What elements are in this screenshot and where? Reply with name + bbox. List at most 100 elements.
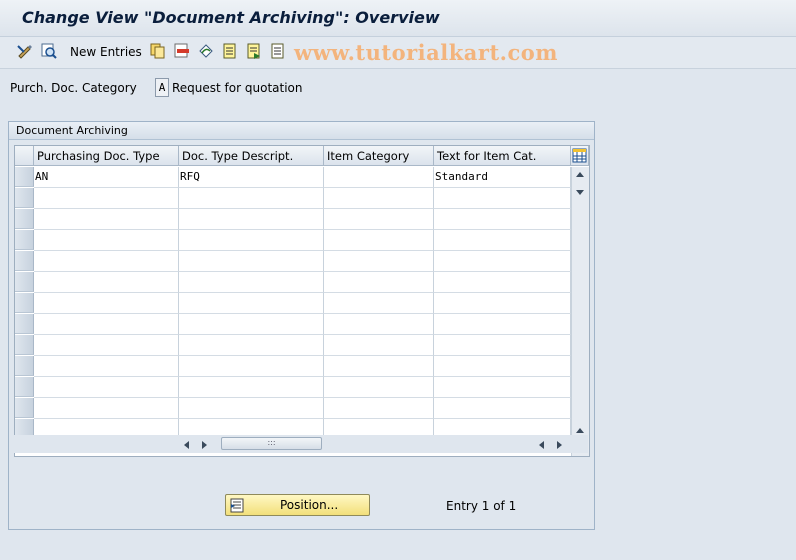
page-title: Change View "Document Archiving": Overvi…: [22, 8, 440, 27]
table-cell[interactable]: [434, 188, 571, 209]
deselect-all-icon[interactable]: [269, 42, 287, 60]
scroll-page-up-icon[interactable]: [576, 428, 584, 433]
row-selector[interactable]: [15, 398, 34, 418]
table-cell[interactable]: [179, 293, 324, 314]
table-cell[interactable]: [434, 272, 571, 293]
vertical-scrollbar[interactable]: [571, 167, 589, 456]
row-selector[interactable]: [15, 251, 34, 271]
table-cell[interactable]: Standard: [434, 167, 571, 188]
panel-header: Document Archiving: [9, 122, 594, 140]
select-block-icon[interactable]: [245, 42, 263, 60]
scroll-right-icon[interactable]: [202, 441, 207, 449]
table-cell[interactable]: [324, 272, 434, 293]
table-cell[interactable]: [324, 209, 434, 230]
row-selector[interactable]: [15, 230, 34, 250]
horizontal-scroll-thumb[interactable]: :::: [221, 437, 322, 450]
table-cell[interactable]: [324, 230, 434, 251]
table-cell[interactable]: [34, 209, 179, 230]
entry-count: Entry 1 of 1: [446, 499, 517, 513]
table-cell[interactable]: [434, 314, 571, 335]
table-cell[interactable]: [34, 314, 179, 335]
table-cell[interactable]: [434, 209, 571, 230]
title-bar: Change View "Document Archiving": Overvi…: [0, 0, 796, 37]
table-cell[interactable]: [34, 293, 179, 314]
table-cell[interactable]: [179, 188, 324, 209]
table-cell[interactable]: [34, 356, 179, 377]
document-archiving-table: Purchasing Doc. Type Doc. Type Descript.…: [14, 145, 590, 457]
table-cell[interactable]: AN: [34, 167, 179, 188]
table-cell[interactable]: [324, 293, 434, 314]
undo-change-icon[interactable]: [197, 42, 215, 60]
table-cell[interactable]: [324, 251, 434, 272]
position-button-label: Position...: [280, 498, 339, 512]
delete-icon[interactable]: [173, 42, 191, 60]
table-cell[interactable]: [179, 335, 324, 356]
table-cell[interactable]: [34, 335, 179, 356]
table-settings-button[interactable]: [571, 146, 589, 166]
column-header-text-for-item-cat[interactable]: Text for Item Cat.: [434, 146, 571, 166]
display-change-icon[interactable]: [16, 42, 34, 60]
column-header-doc-type-descript[interactable]: Doc. Type Descript.: [179, 146, 324, 166]
table-cell[interactable]: [34, 272, 179, 293]
row-selector[interactable]: [15, 272, 34, 292]
table-settings-icon: [572, 148, 587, 163]
row-selector[interactable]: [15, 188, 34, 208]
table-cell[interactable]: [179, 209, 324, 230]
table-cell[interactable]: [324, 377, 434, 398]
table-cell[interactable]: RFQ: [179, 167, 324, 188]
position-icon: [230, 498, 244, 513]
table-cell[interactable]: [34, 230, 179, 251]
table-cell[interactable]: [179, 398, 324, 419]
table-cell[interactable]: [324, 314, 434, 335]
horizontal-scrollbar[interactable]: :::: [14, 435, 588, 453]
table-cell[interactable]: [434, 230, 571, 251]
table-cell[interactable]: [324, 356, 434, 377]
table-cell[interactable]: [434, 356, 571, 377]
purch-doc-category-value: Request for quotation: [172, 81, 303, 95]
table-cell[interactable]: [34, 398, 179, 419]
table-cell[interactable]: [324, 335, 434, 356]
scroll-far-right-icon[interactable]: [557, 441, 562, 449]
document-archiving-panel: Document Archiving Purchasing Doc. Type …: [8, 121, 595, 530]
table-cell[interactable]: [34, 251, 179, 272]
table-cell[interactable]: [179, 377, 324, 398]
row-selector[interactable]: [15, 167, 34, 187]
copy-as-icon[interactable]: [149, 42, 167, 60]
table-cell[interactable]: [179, 251, 324, 272]
table-cell[interactable]: [34, 188, 179, 209]
select-all-icon[interactable]: [221, 42, 239, 60]
scroll-down-icon[interactable]: [576, 190, 584, 195]
table-cell[interactable]: [434, 293, 571, 314]
watermark-text: www.tutorialkart.com: [294, 40, 558, 65]
column-header-purchasing-doc-type[interactable]: Purchasing Doc. Type: [34, 146, 179, 166]
position-button[interactable]: Position...: [225, 494, 370, 516]
table-cell[interactable]: [324, 398, 434, 419]
table-cell[interactable]: [179, 314, 324, 335]
table-cell[interactable]: [434, 335, 571, 356]
row-selector[interactable]: [15, 377, 34, 397]
table-cell[interactable]: [179, 230, 324, 251]
details-icon[interactable]: [40, 42, 58, 60]
row-selector[interactable]: [15, 209, 34, 229]
table-cell[interactable]: [434, 251, 571, 272]
scroll-left-icon[interactable]: [184, 441, 189, 449]
new-entries-button[interactable]: New Entries: [70, 45, 142, 59]
row-selector[interactable]: [15, 335, 34, 355]
select-all-rows-corner[interactable]: [15, 146, 34, 166]
table-cell[interactable]: [324, 188, 434, 209]
scroll-up-icon[interactable]: [576, 172, 584, 177]
table-cell[interactable]: [34, 377, 179, 398]
table-cell[interactable]: [324, 167, 434, 188]
panel-title: Document Archiving: [16, 124, 128, 137]
scroll-far-left-icon[interactable]: [539, 441, 544, 449]
table-cell[interactable]: [179, 356, 324, 377]
table-cell[interactable]: [179, 272, 324, 293]
table-cell[interactable]: [434, 377, 571, 398]
row-selector[interactable]: [15, 356, 34, 376]
column-header-item-category[interactable]: Item Category: [324, 146, 434, 166]
purch-doc-category-key: A: [155, 78, 169, 97]
purch-doc-category-label: Purch. Doc. Category: [10, 81, 137, 95]
row-selector[interactable]: [15, 293, 34, 313]
row-selector[interactable]: [15, 314, 34, 334]
table-cell[interactable]: [434, 398, 571, 419]
